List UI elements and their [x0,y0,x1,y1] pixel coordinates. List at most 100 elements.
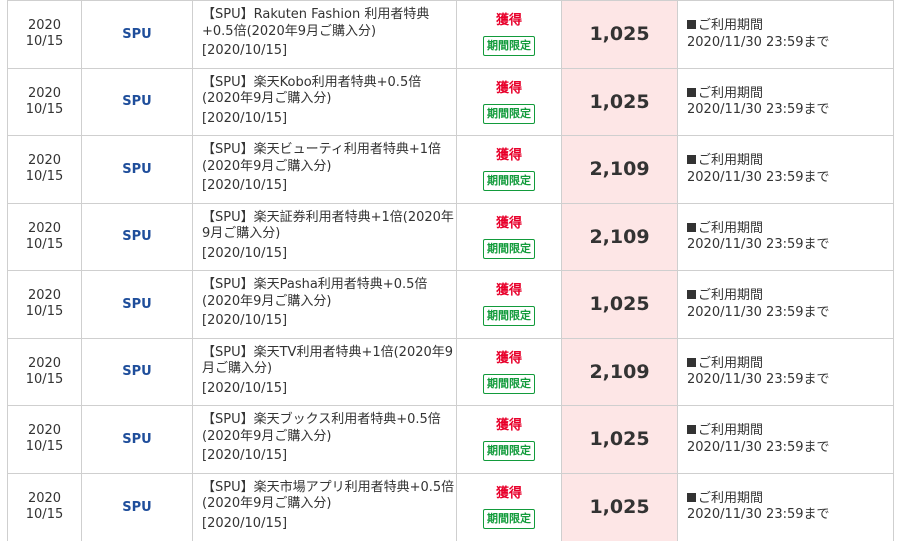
service-cell: SPU [82,271,193,338]
content-description: 【SPU】楽天市場アプリ利用者特典+0.5倍(2020年9月ご購入分) [202,479,455,512]
service-name: SPU [122,431,152,447]
points-value: 1,025 [589,90,650,113]
note-label: ご利用期間 [698,220,764,236]
black-square-icon [687,357,696,367]
history-row: 2020 10/15 SPU 【SPU】楽天Pasha利用者特典+0.5倍(20… [7,271,894,339]
date-year: 2020 [27,423,62,439]
note-cell: ご利用期間 2020/11/30 23:59まで [678,473,894,541]
action-label: 獲得 [495,80,522,96]
history-row: 2020 10/15 SPU 【SPU】楽天ブックス利用者特典+0.5倍(202… [7,406,894,474]
date-year: 2020 [27,153,62,169]
content-date: [2020/10/15] [202,245,288,261]
content-cell: 【SPU】Rakuten Fashion 利用者特典+0.5倍(2020年9月ご… [193,1,457,68]
note-label: ご利用期間 [698,355,764,371]
note-label: ご利用期間 [698,153,764,168]
limited-period-badge: 期間限定 [483,441,535,461]
service-name: SPU [122,26,152,42]
note-label: ご利用期間 [698,288,764,303]
content-cell: 【SPU】楽天市場アプリ利用者特典+0.5倍(2020年9月ご購入分) [202… [193,473,457,541]
date-cell: 2020 10/15 [7,203,82,270]
note-expiry-date: 2020/11/30 23:59まで [687,34,830,50]
note-label: ご利用期間 [698,85,764,101]
service-name: SPU [122,161,152,177]
action-cell: 獲得 期間限定 [457,136,562,203]
date-month-day: 10/15 [25,34,64,50]
black-square-icon [687,492,696,502]
date-cell: 2020 10/15 [7,1,82,68]
action-label: 獲得 [495,148,522,163]
date-month-day: 10/15 [25,304,64,320]
content-date: [2020/10/15] [202,178,288,193]
action-label: 獲得 [495,13,522,28]
points-cell: 2,109 [562,203,678,270]
service-name: SPU [122,229,152,245]
black-square-icon [687,155,696,164]
history-row: 2020 10/15 SPU 【SPU】楽天ビューティ利用者特典+1倍(2020… [7,136,894,204]
points-cell: 1,025 [562,473,678,541]
date-month-day: 10/15 [25,439,64,455]
date-year: 2020 [27,355,62,371]
point-history-table: 2020 10/15 SPU 【SPU】Rakuten Fashion 利用者特… [7,0,894,541]
date-month-day: 10/15 [25,236,64,252]
history-row: 2020 10/15 SPU 【SPU】Rakuten Fashion 利用者特… [7,1,894,69]
note-cell: ご利用期間 2020/11/30 23:59まで [678,406,894,473]
points-value: 1,025 [589,293,650,316]
limited-period-badge: 期間限定 [483,238,535,259]
black-square-icon [687,290,696,299]
service-name: SPU [122,499,152,515]
service-name: SPU [122,364,152,380]
content-date: [2020/10/15] [202,380,288,396]
service-name: SPU [122,296,152,312]
content-date: [2020/10/15] [202,43,288,58]
black-square-icon [687,87,696,97]
service-cell: SPU [82,1,193,68]
date-month-day: 10/15 [25,101,64,117]
service-cell: SPU [82,338,193,405]
action-label: 獲得 [495,215,522,231]
note-expiry-date: 2020/11/30 23:59まで [687,372,830,387]
note-expiry-date: 2020/11/30 23:59まで [687,102,830,117]
content-cell: 【SPU】楽天Kobo利用者特典+0.5倍(2020年9月ご購入分) [2020… [193,68,457,135]
points-value: 2,109 [589,360,650,383]
points-value: 1,025 [589,496,650,519]
action-cell: 獲得 期間限定 [457,271,562,338]
date-cell: 2020 10/15 [7,68,82,135]
action-label: 獲得 [495,418,522,433]
limited-period-badge: 期間限定 [483,306,535,326]
service-cell: SPU [82,68,193,135]
content-description: 【SPU】楽天ブックス利用者特典+0.5倍(2020年9月ご購入分) [202,412,441,444]
date-month-day: 10/15 [25,507,64,523]
history-row: 2020 10/15 SPU 【SPU】楽天Kobo利用者特典+0.5倍(202… [7,68,894,136]
date-month-day: 10/15 [25,371,64,387]
date-year: 2020 [27,220,62,236]
points-cell: 1,025 [562,68,678,135]
content-date: [2020/10/15] [202,515,288,531]
date-month-day: 10/15 [25,169,64,185]
content-description: 【SPU】楽天証券利用者特典+1倍(2020年9月ご購入分) [202,209,454,242]
date-cell: 2020 10/15 [7,338,82,405]
content-description: 【SPU】楽天Pasha利用者特典+0.5倍(2020年9月ご購入分) [202,277,428,309]
limited-period-badge: 期間限定 [483,508,535,529]
history-row: 2020 10/15 SPU 【SPU】楽天TV利用者特典+1倍(2020年9月… [7,338,894,406]
points-cell: 1,025 [562,1,678,68]
service-cell: SPU [82,406,193,473]
service-cell: SPU [82,473,193,541]
action-cell: 獲得 期間限定 [457,338,562,405]
note-cell: ご利用期間 2020/11/30 23:59まで [678,136,894,203]
date-cell: 2020 10/15 [7,271,82,338]
note-cell: ご利用期間 2020/11/30 23:59まで [678,203,894,270]
limited-period-badge: 期間限定 [483,36,535,56]
action-label: 獲得 [495,485,522,501]
note-label: ご利用期間 [698,18,764,33]
service-cell: SPU [82,136,193,203]
service-cell: SPU [82,203,193,270]
action-cell: 獲得 期間限定 [457,68,562,135]
content-cell: 【SPU】楽天ビューティ利用者特典+1倍(2020年9月ご購入分) [2020/… [193,136,457,203]
date-year: 2020 [27,288,62,304]
points-cell: 1,025 [562,406,678,473]
note-cell: ご利用期間 2020/11/30 23:59まで [678,338,894,405]
black-square-icon [687,20,696,29]
note-cell: ご利用期間 2020/11/30 23:59まで [678,271,894,338]
black-square-icon [687,425,696,434]
content-cell: 【SPU】楽天TV利用者特典+1倍(2020年9月ご購入分) [2020/10/… [193,338,457,405]
